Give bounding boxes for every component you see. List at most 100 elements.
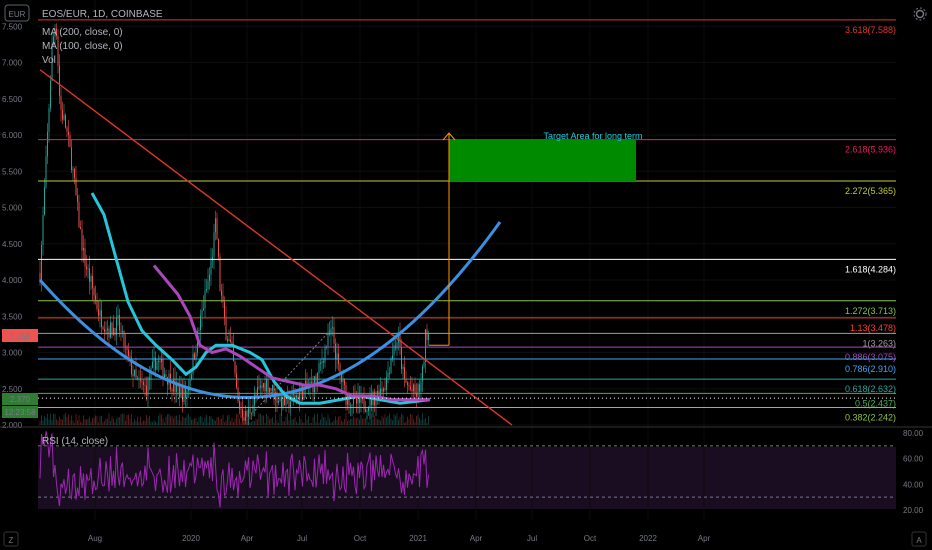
volume-bar — [155, 421, 156, 425]
volume-bar — [281, 416, 282, 425]
volume-bar — [84, 419, 86, 425]
volume-bar — [104, 421, 105, 425]
price-tag-2-label: 2.370 — [10, 395, 31, 404]
candle-body — [414, 384, 416, 394]
candle-body — [279, 396, 281, 402]
volume-bar — [230, 421, 231, 425]
volume-bar — [236, 413, 237, 425]
target-zone-rect — [449, 139, 636, 182]
volume-bar — [170, 416, 171, 425]
volume-bar — [69, 420, 71, 425]
volume-bar — [335, 416, 336, 425]
candle-body — [92, 276, 93, 289]
volume-bar — [206, 414, 207, 425]
countdown-label: 12:23:58 — [4, 408, 36, 417]
volume-bar — [398, 419, 399, 425]
volume-bar — [410, 413, 411, 425]
volume-bar — [357, 417, 359, 425]
candle-body — [404, 367, 405, 379]
volume-bar — [414, 422, 416, 425]
volume-bar — [305, 413, 306, 425]
volume-bar — [50, 413, 51, 425]
volume-bar — [173, 418, 174, 425]
price-tick-label: 6.500 — [2, 95, 23, 104]
chart[interactable]: 3.618(7.588) 2.618(5.936) 2.272(5.365) 1.61… — [0, 0, 932, 550]
candle-body — [258, 386, 260, 388]
candle-body — [69, 135, 71, 148]
candle-body — [272, 385, 273, 391]
candle-body — [401, 346, 402, 369]
volume-bar — [239, 418, 240, 425]
volume-bar — [372, 418, 374, 425]
volume-bar — [74, 422, 75, 425]
price-tick-label: 4.000 — [2, 276, 23, 285]
volume-bar — [182, 416, 183, 425]
volume-bar — [227, 415, 228, 425]
candle-body — [60, 95, 62, 110]
volume-bar — [269, 419, 270, 425]
volume-bar — [188, 413, 189, 425]
volume-bar — [303, 422, 305, 425]
volume-bar — [176, 415, 177, 425]
candle-body — [423, 361, 425, 367]
fib-level-label: 0.618(2.632) — [845, 384, 896, 394]
candle-body — [87, 268, 89, 270]
candle-body — [44, 187, 45, 216]
indicator-ma100[interactable]: MA (100, close, 0) — [42, 41, 123, 52]
rsi-tick-label: 60.00 — [903, 455, 924, 464]
candle-body — [320, 362, 321, 364]
volume-bar — [44, 416, 45, 425]
volume-bar — [342, 422, 344, 425]
price-tick-label: 3.000 — [2, 349, 23, 358]
volume-bar — [179, 414, 180, 425]
candle-body — [41, 244, 42, 282]
candle-body — [224, 301, 225, 318]
indicator-vol[interactable]: Vol — [42, 55, 56, 66]
volume-bar — [273, 422, 275, 425]
volume-bar — [144, 420, 146, 425]
volume-bar — [353, 416, 354, 425]
fib-level-label: 0.786(2.910) — [845, 364, 896, 374]
candle-body — [209, 274, 210, 281]
volume-bar — [131, 414, 132, 425]
candle-body — [350, 405, 351, 407]
time-tick-label: Jul — [297, 534, 307, 543]
candle-body — [425, 329, 426, 362]
volume-bar — [420, 420, 422, 425]
volume-bar — [371, 413, 372, 425]
volume-bar — [54, 413, 56, 425]
time-tick-label: Oct — [354, 534, 367, 543]
candle-body — [173, 378, 174, 392]
volume-bar — [215, 421, 216, 425]
volume-bar — [309, 422, 311, 425]
volume-bar — [365, 418, 366, 425]
volume-bar — [231, 417, 233, 425]
candle-body — [210, 260, 212, 275]
volume-bar — [77, 420, 78, 425]
volume-bar — [302, 422, 303, 425]
volume-bar — [71, 415, 72, 425]
candle-body — [159, 361, 161, 363]
candle-body — [242, 409, 243, 418]
volume-bar — [161, 414, 162, 425]
candle-body — [230, 339, 231, 343]
candle-body — [153, 357, 155, 362]
volume-bar — [338, 416, 339, 425]
candle-body — [327, 332, 329, 347]
candle-body — [114, 327, 116, 336]
volume-bar — [333, 420, 335, 425]
volume-bar — [339, 415, 341, 425]
price-tick-label: 6.000 — [2, 131, 23, 140]
volume-bar — [318, 422, 320, 425]
indicator-ma200[interactable]: MA (200, close, 0) — [42, 27, 123, 38]
volume-bar — [165, 416, 167, 425]
volume-bar — [159, 413, 161, 425]
volume-bar — [197, 421, 198, 425]
candle-body — [45, 156, 47, 188]
candle-body — [318, 363, 320, 374]
rsi-label[interactable]: RSI (14, close) — [42, 436, 108, 447]
volume-bar — [146, 415, 147, 425]
volume-bar — [306, 419, 308, 425]
price-tick-label: 4.500 — [2, 240, 23, 249]
candle-body — [146, 385, 147, 396]
